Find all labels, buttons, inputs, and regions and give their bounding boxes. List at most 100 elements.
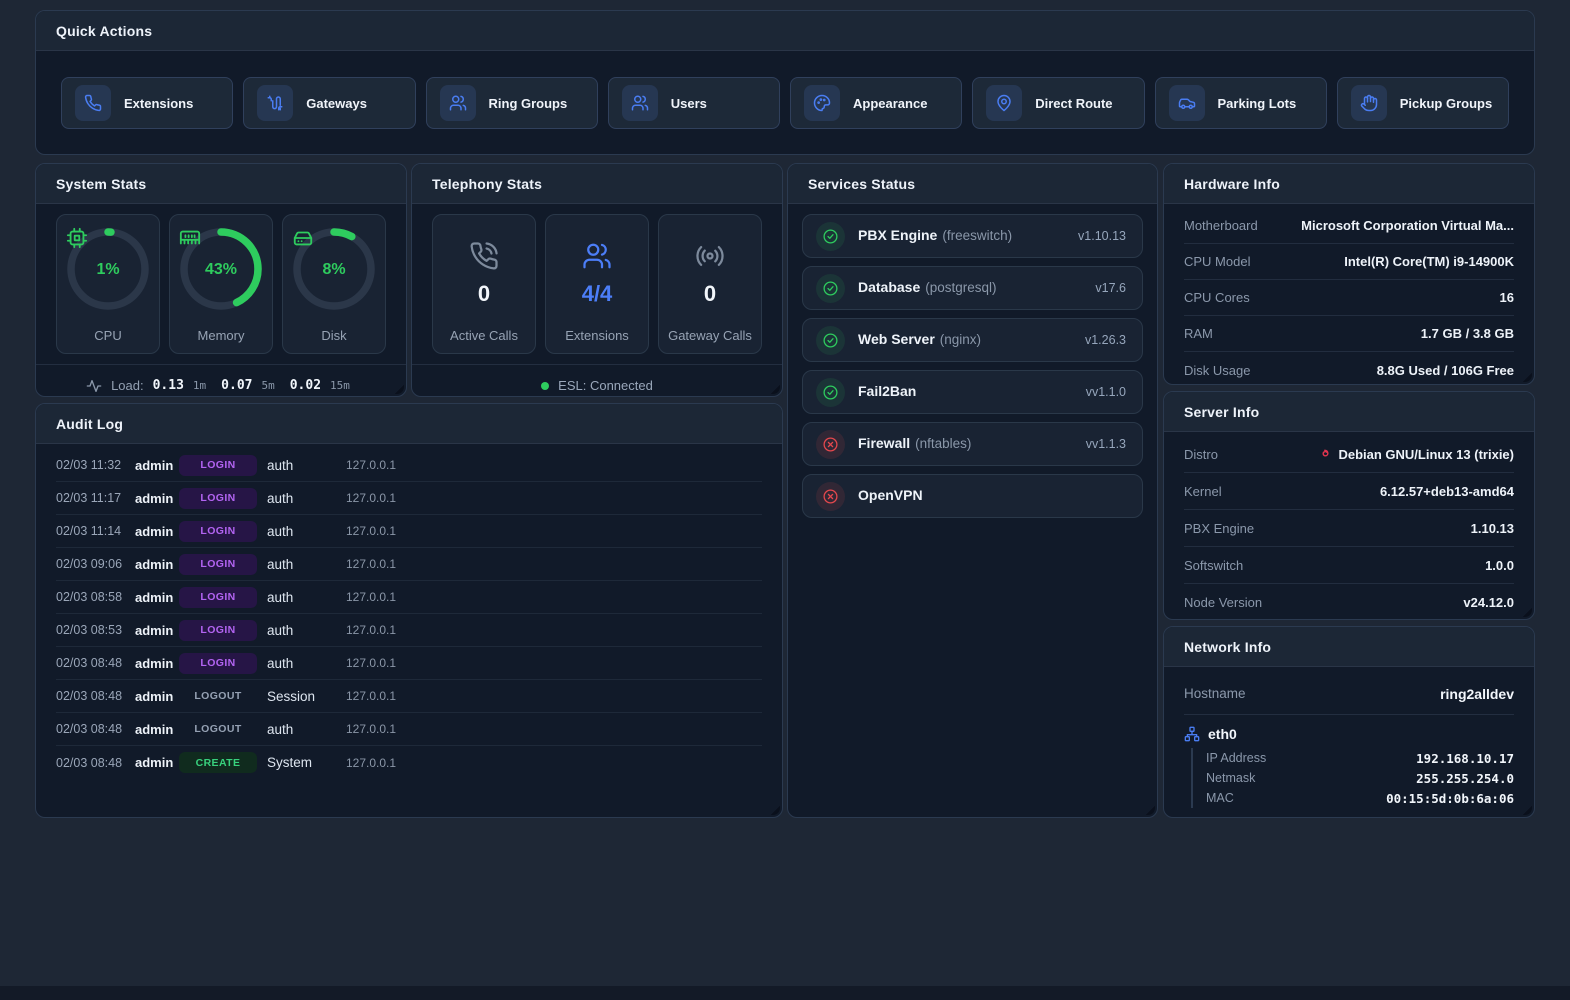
services-list: PBX Engine (freeswitch) v1.10.13 Database… — [788, 204, 1157, 528]
service-subtitle: (postgresql) — [925, 280, 997, 295]
audit-row: 02/03 11:17 admin LOGIN auth 127.0.0.1 — [56, 482, 762, 515]
resize-handle[interactable] — [770, 805, 780, 815]
gateway-calls-tile: 0 Gateway Calls — [658, 214, 762, 354]
service-row-openvpn: OpenVPN — [802, 474, 1143, 518]
load-average-row: Load: 0.13 1m 0.07 5m 0.02 15m — [36, 364, 406, 406]
users-icon — [621, 85, 658, 121]
quick-action-ring-groups[interactable]: Ring Groups — [425, 77, 598, 129]
info-row-node-version: Node Version v24.12.0 — [1184, 584, 1514, 621]
resize-handle[interactable] — [1522, 805, 1532, 815]
info-value: Debian GNU/Linux 13 (trixie) — [1338, 446, 1514, 462]
memory-percent: 43% — [204, 261, 238, 278]
audit-log-table: 02/03 11:32 admin LOGIN auth 127.0.0.1 0… — [36, 444, 782, 779]
system-stats-tiles: 1% CPU 43% Memory 8% Disk — [36, 204, 406, 354]
audit-ip: 127.0.0.1 — [346, 590, 397, 604]
load-1m-value: 0.13 — [152, 378, 184, 393]
service-row-fail2ban: Fail2Ban vv1.1.0 — [802, 370, 1143, 414]
audit-ip: 127.0.0.1 — [346, 557, 397, 571]
telephony-stats-header: Telephony Stats — [412, 164, 782, 204]
info-value: Microsoft Corporation Virtual Ma... — [1301, 218, 1514, 233]
audit-ip: 127.0.0.1 — [346, 524, 397, 538]
dashboard-page: Quick Actions Extensions Gateways Ring G… — [0, 0, 1570, 1000]
quick-action-label: Gateways — [306, 95, 367, 111]
esl-status-text: ESL: Connected — [558, 378, 653, 393]
service-subtitle: (nftables) — [915, 436, 972, 451]
load-label: Load: — [111, 378, 144, 393]
info-row-softswitch: Softswitch 1.0.0 — [1184, 547, 1514, 584]
panel-title: Quick Actions — [56, 22, 153, 39]
network-info-body: Hostname ring2alldev eth0 IP Address 192… — [1164, 667, 1534, 808]
info-label: Softswitch — [1184, 557, 1244, 573]
quick-action-label: Parking Lots — [1217, 95, 1297, 111]
quick-action-appearance[interactable]: Appearance — [790, 77, 963, 129]
audit-ip: 127.0.0.1 — [346, 755, 397, 770]
info-label: Kernel — [1184, 483, 1222, 499]
quick-action-direct-route[interactable]: Direct Route — [972, 77, 1145, 129]
audit-action-badge: LOGOUT — [194, 723, 242, 735]
services-status-panel: Services Status PBX Engine (freeswitch) v… — [787, 163, 1158, 818]
car-icon — [1168, 85, 1205, 121]
load-5m-value: 0.07 — [221, 378, 253, 393]
quick-action-gateways[interactable]: Gateways — [243, 77, 416, 129]
audit-ip: 127.0.0.1 — [346, 491, 397, 505]
esl-status-row: ESL: Connected — [412, 364, 782, 406]
panel-title: Audit Log — [56, 415, 124, 432]
audit-row: 02/03 09:06 admin LOGIN auth 127.0.0.1 — [56, 548, 762, 581]
audit-action-badge: LOGIN — [179, 553, 257, 575]
service-name: Web Server — [858, 331, 935, 347]
info-label: Distro — [1184, 446, 1218, 462]
debian-icon — [1318, 447, 1332, 461]
hand-icon — [1350, 85, 1387, 121]
audit-row: 02/03 08:48 admin LOGOUT auth 127.0.0.1 — [56, 713, 762, 746]
memory-gauge: 43% — [179, 227, 263, 311]
disk-gauge-tile: 8% Disk — [282, 214, 386, 354]
cpu-percent: 1% — [96, 261, 120, 278]
audit-time: 02/03 08:53 — [56, 623, 123, 637]
info-row-cpu-model: CPU Model Intel(R) Core(TM) i9-14900K — [1184, 244, 1514, 280]
info-value: Intel(R) Core(TM) i9-14900K — [1344, 254, 1514, 269]
cpu-gauge-tile: 1% CPU — [56, 214, 160, 354]
audit-ip: 127.0.0.1 — [346, 689, 397, 703]
network-info-header: Network Info — [1164, 627, 1534, 667]
quick-action-pickup-groups[interactable]: Pickup Groups — [1336, 77, 1509, 129]
quick-action-extensions[interactable]: Extensions — [61, 77, 234, 129]
audit-target: auth — [267, 589, 294, 605]
network-icon — [1184, 726, 1200, 742]
audit-action-badge: CREATE — [179, 752, 257, 773]
info-label: Netmask — [1206, 771, 1256, 785]
audit-user: admin — [135, 755, 174, 770]
info-row-kernel: Kernel 6.12.57+deb13-amd64 — [1184, 473, 1514, 510]
audit-time: 02/03 08:48 — [56, 722, 123, 736]
check-circle-icon — [816, 377, 845, 407]
audit-user: admin — [135, 721, 174, 737]
audit-user: admin — [135, 556, 174, 572]
quick-action-parking-lots[interactable]: Parking Lots — [1154, 77, 1327, 129]
info-label: Node Version — [1184, 595, 1263, 610]
service-row-database: Database (postgresql) v17.6 — [802, 266, 1143, 310]
info-row-cpu-cores: CPU Cores 16 — [1184, 280, 1514, 316]
audit-time: 02/03 11:17 — [56, 491, 122, 505]
audit-target: auth — [267, 655, 294, 671]
interface-row-ip: IP Address 192.168.10.17 — [1206, 748, 1514, 768]
info-value: 1.7 GB / 3.8 GB — [1420, 326, 1514, 341]
info-row-distro: Distro Debian GNU/Linux 13 (trixie) — [1184, 436, 1514, 473]
service-row-pbx-engine: PBX Engine (freeswitch) v1.10.13 — [802, 214, 1143, 258]
quick-actions-panel: Quick Actions Extensions Gateways Ring G… — [35, 10, 1535, 155]
resize-handle[interactable] — [1145, 805, 1155, 815]
audit-time: 02/03 11:14 — [56, 524, 122, 538]
audit-user: admin — [135, 655, 174, 671]
service-subtitle: (freeswitch) — [942, 228, 1013, 243]
hardware-info-header: Hardware Info — [1164, 164, 1534, 204]
info-row-disk-usage: Disk Usage 8.8G Used / 106G Free — [1184, 352, 1514, 388]
quick-action-users[interactable]: Users — [607, 77, 780, 129]
tile-label: Extensions — [565, 328, 629, 343]
memory-gauge-tile: 43% Memory — [169, 214, 273, 354]
audit-ip: 127.0.0.1 — [346, 722, 397, 736]
quick-action-label: Ring Groups — [488, 95, 568, 111]
panel-title: Services Status — [808, 175, 916, 192]
info-value: 8.8G Used / 106G Free — [1376, 362, 1514, 378]
users-icon — [439, 85, 476, 121]
tile-label: Gateway Calls — [668, 328, 752, 343]
quick-action-label: Appearance — [853, 95, 928, 111]
cpu-gauge: 1% — [66, 227, 150, 311]
